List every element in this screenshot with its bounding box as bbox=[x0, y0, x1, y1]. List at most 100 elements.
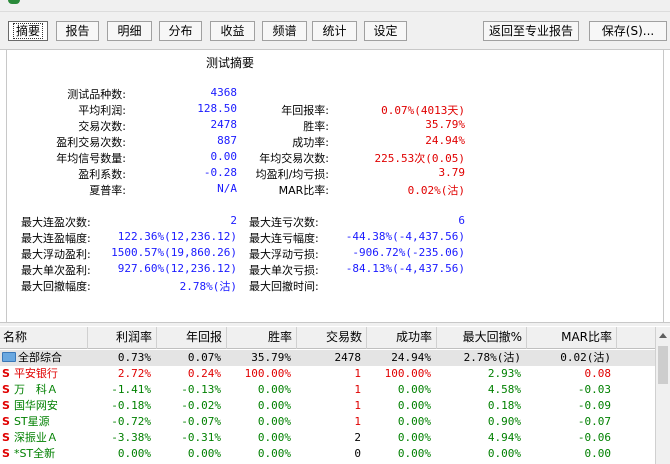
col-trades[interactable]: 交易数 bbox=[297, 327, 367, 349]
row-cell: 0.18% bbox=[487, 399, 521, 412]
label-max-single-loss: 最大单次亏损: bbox=[249, 264, 319, 277]
stock-s-icon: S bbox=[2, 367, 10, 380]
row-name: 全部综合 bbox=[18, 351, 62, 364]
row-name: *ST全新 bbox=[13, 447, 56, 460]
app-icon bbox=[8, 0, 20, 4]
row-cell: 4.94% bbox=[487, 431, 521, 444]
table-row[interactable]: S万 科Ａ -1.41% -0.13% 0.00% 1 0.00% 4.58% -0.03 bbox=[0, 382, 655, 398]
row-cell: 0.00% bbox=[397, 415, 431, 428]
value-avg-win-loss: 3.79 bbox=[438, 166, 466, 179]
row-cell: 2 bbox=[354, 431, 361, 444]
label-profit-factor: 盈利系数: bbox=[78, 168, 126, 181]
row-cell: 1 bbox=[354, 399, 361, 412]
row-cell: 0.00% bbox=[397, 383, 431, 396]
table-row[interactable]: 全部综合 0.73% 0.07% 35.79% 2478 24.94% 2.78%(沽) 0.… bbox=[0, 350, 655, 366]
row-name-cell: S 深振业Ａ bbox=[0, 430, 88, 446]
row-cell: 0.24% bbox=[187, 367, 221, 380]
row-cell: -0.07% bbox=[181, 415, 221, 428]
row-cell: 100.00% bbox=[244, 367, 291, 380]
toolbar: 摘要 报告 明细 分布 收益 频谱 统计 设定 返回至专业报告 保存(S)... bbox=[0, 12, 670, 50]
col-success-rate[interactable]: 成功率 bbox=[367, 327, 437, 349]
row-cell: 0.00% bbox=[117, 447, 151, 460]
row-name-cell: S ST星源 bbox=[0, 414, 88, 430]
label-max-single-profit: 最大单次盈利: bbox=[21, 264, 91, 277]
row-cell: 24.94% bbox=[391, 351, 431, 364]
value-annual-return: 0.07%(4013天) bbox=[381, 104, 465, 117]
value-max-single-profit: 927.60%(12,236.12) bbox=[117, 262, 237, 275]
row-cell: 0.02(沽) bbox=[560, 351, 611, 364]
label-product-count: 测试品种数: bbox=[67, 88, 126, 101]
row-cell: 0.00 bbox=[584, 447, 612, 460]
value-win-rate: 35.79% bbox=[425, 118, 465, 131]
label-max-consec-wins: 最大连盈次数: bbox=[21, 216, 91, 229]
row-cell: 2478 bbox=[334, 351, 362, 364]
table-row[interactable]: S 深振业Ａ -3.38% -0.31% 0.00% 2 0.00% 4.94% -0.06 bbox=[0, 430, 655, 446]
col-mar[interactable]: MAR比率 bbox=[527, 327, 617, 349]
row-cell: 0.90% bbox=[487, 415, 521, 428]
table-row[interactable]: S ST星源 -0.72% -0.07% 0.00% 1 0.00% 0.90% -0.07 bbox=[0, 414, 655, 430]
row-cell: -0.31% bbox=[181, 431, 221, 444]
row-cell: -0.18% bbox=[111, 399, 151, 412]
table-row[interactable]: S *ST全新 0.00% 0.00% 0.00% 0 0.00% 0.00% 0.00 bbox=[0, 446, 655, 462]
tab-spectrum[interactable]: 频谱 bbox=[262, 21, 307, 41]
row-cell: 0.08 bbox=[584, 367, 612, 380]
stock-s-icon: S bbox=[2, 399, 10, 412]
label-max-consec-win-pct: 最大连盈幅度: bbox=[21, 232, 91, 245]
row-name-cell: S *ST全新 bbox=[0, 446, 88, 462]
col-name[interactable]: 名称 bbox=[0, 327, 88, 349]
tab-settings[interactable]: 设定 bbox=[364, 21, 407, 41]
row-name: 平安银行 bbox=[13, 367, 58, 380]
value-success-rate: 24.94% bbox=[425, 134, 465, 147]
label-annual-return: 年回报率: bbox=[281, 104, 329, 117]
label-mar: MAR比率: bbox=[278, 184, 329, 197]
tab-report[interactable]: 报告 bbox=[56, 21, 99, 41]
value-annual-signals: 0.00 bbox=[210, 150, 238, 163]
label-max-drawdown: 最大回撤幅度: bbox=[21, 280, 91, 293]
value-sharpe: N/A bbox=[217, 182, 237, 195]
splitter[interactable] bbox=[0, 322, 670, 326]
label-win-trades: 盈利交易次数: bbox=[56, 136, 126, 149]
row-cell: 35.79% bbox=[251, 351, 291, 364]
col-win-rate[interactable]: 胜率 bbox=[227, 327, 297, 349]
row-cell: 1 bbox=[354, 367, 361, 380]
stock-s-icon: S bbox=[2, 447, 10, 460]
label-win-rate: 胜率: bbox=[303, 120, 329, 133]
row-cell: 0.00% bbox=[257, 399, 291, 412]
table-row[interactable]: S 国华网安 -0.18% -0.02% 0.00% 1 0.00% 0.18% -0.09 bbox=[0, 398, 655, 414]
row-cell: 0.00% bbox=[487, 447, 521, 460]
vertical-scrollbar[interactable] bbox=[655, 327, 670, 464]
tab-statistics[interactable]: 统计 bbox=[312, 21, 357, 41]
row-cell: 0.00% bbox=[257, 383, 291, 396]
tab-summary[interactable]: 摘要 bbox=[8, 21, 48, 41]
value-mar: 0.02%(沽) bbox=[407, 184, 465, 197]
value-max-drawdown: 2.78%(沽) bbox=[179, 280, 237, 293]
tab-detail[interactable]: 明细 bbox=[107, 21, 152, 41]
row-name: 深振业Ａ bbox=[13, 431, 58, 444]
row-cell: 2.78%(沽) bbox=[463, 351, 521, 364]
tab-distribution[interactable]: 分布 bbox=[159, 21, 202, 41]
row-name-cell: S 国华网安 bbox=[0, 398, 88, 414]
row-cell: 0.00% bbox=[397, 447, 431, 460]
scroll-thumb[interactable] bbox=[658, 346, 668, 384]
col-max-drawdown[interactable]: 最大回撤% bbox=[437, 327, 527, 349]
value-max-consec-wins: 2 bbox=[230, 214, 237, 227]
row-cell: 0.07% bbox=[187, 351, 221, 364]
back-to-report-button[interactable]: 返回至专业报告 bbox=[483, 21, 579, 41]
col-profit-rate[interactable]: 利润率 bbox=[88, 327, 157, 349]
tab-returns[interactable]: 收益 bbox=[210, 21, 255, 41]
row-name: ST星源 bbox=[13, 415, 50, 428]
table-row[interactable]: S 平安银行 2.72% 0.24% 100.00% 1 100.00% 2.93% 0.08 bbox=[0, 366, 655, 382]
label-trades: 交易次数: bbox=[78, 120, 126, 133]
col-annual-return[interactable]: 年回报 bbox=[157, 327, 227, 349]
value-profit-factor: -0.28 bbox=[203, 166, 237, 179]
value-avg-profit: 128.50 bbox=[197, 102, 237, 115]
summary-panel: 测试摘要 测试品种数: 4368 平均利润: 128.50 年回报率: 0.07… bbox=[6, 50, 664, 322]
label-annual-trades: 年均交易次数: bbox=[259, 152, 329, 165]
label-sharpe: 夏普率: bbox=[89, 184, 126, 197]
save-button[interactable]: 保存(S)... bbox=[589, 21, 667, 41]
scroll-up-icon[interactable] bbox=[659, 333, 667, 338]
value-max-float-loss: -906.72%(-235.06) bbox=[352, 246, 465, 259]
row-name: 万 科Ａ bbox=[13, 383, 58, 396]
value-max-consec-win-pct: 122.36%(12,236.12) bbox=[117, 230, 237, 243]
row-cell: 100.00% bbox=[384, 367, 431, 380]
